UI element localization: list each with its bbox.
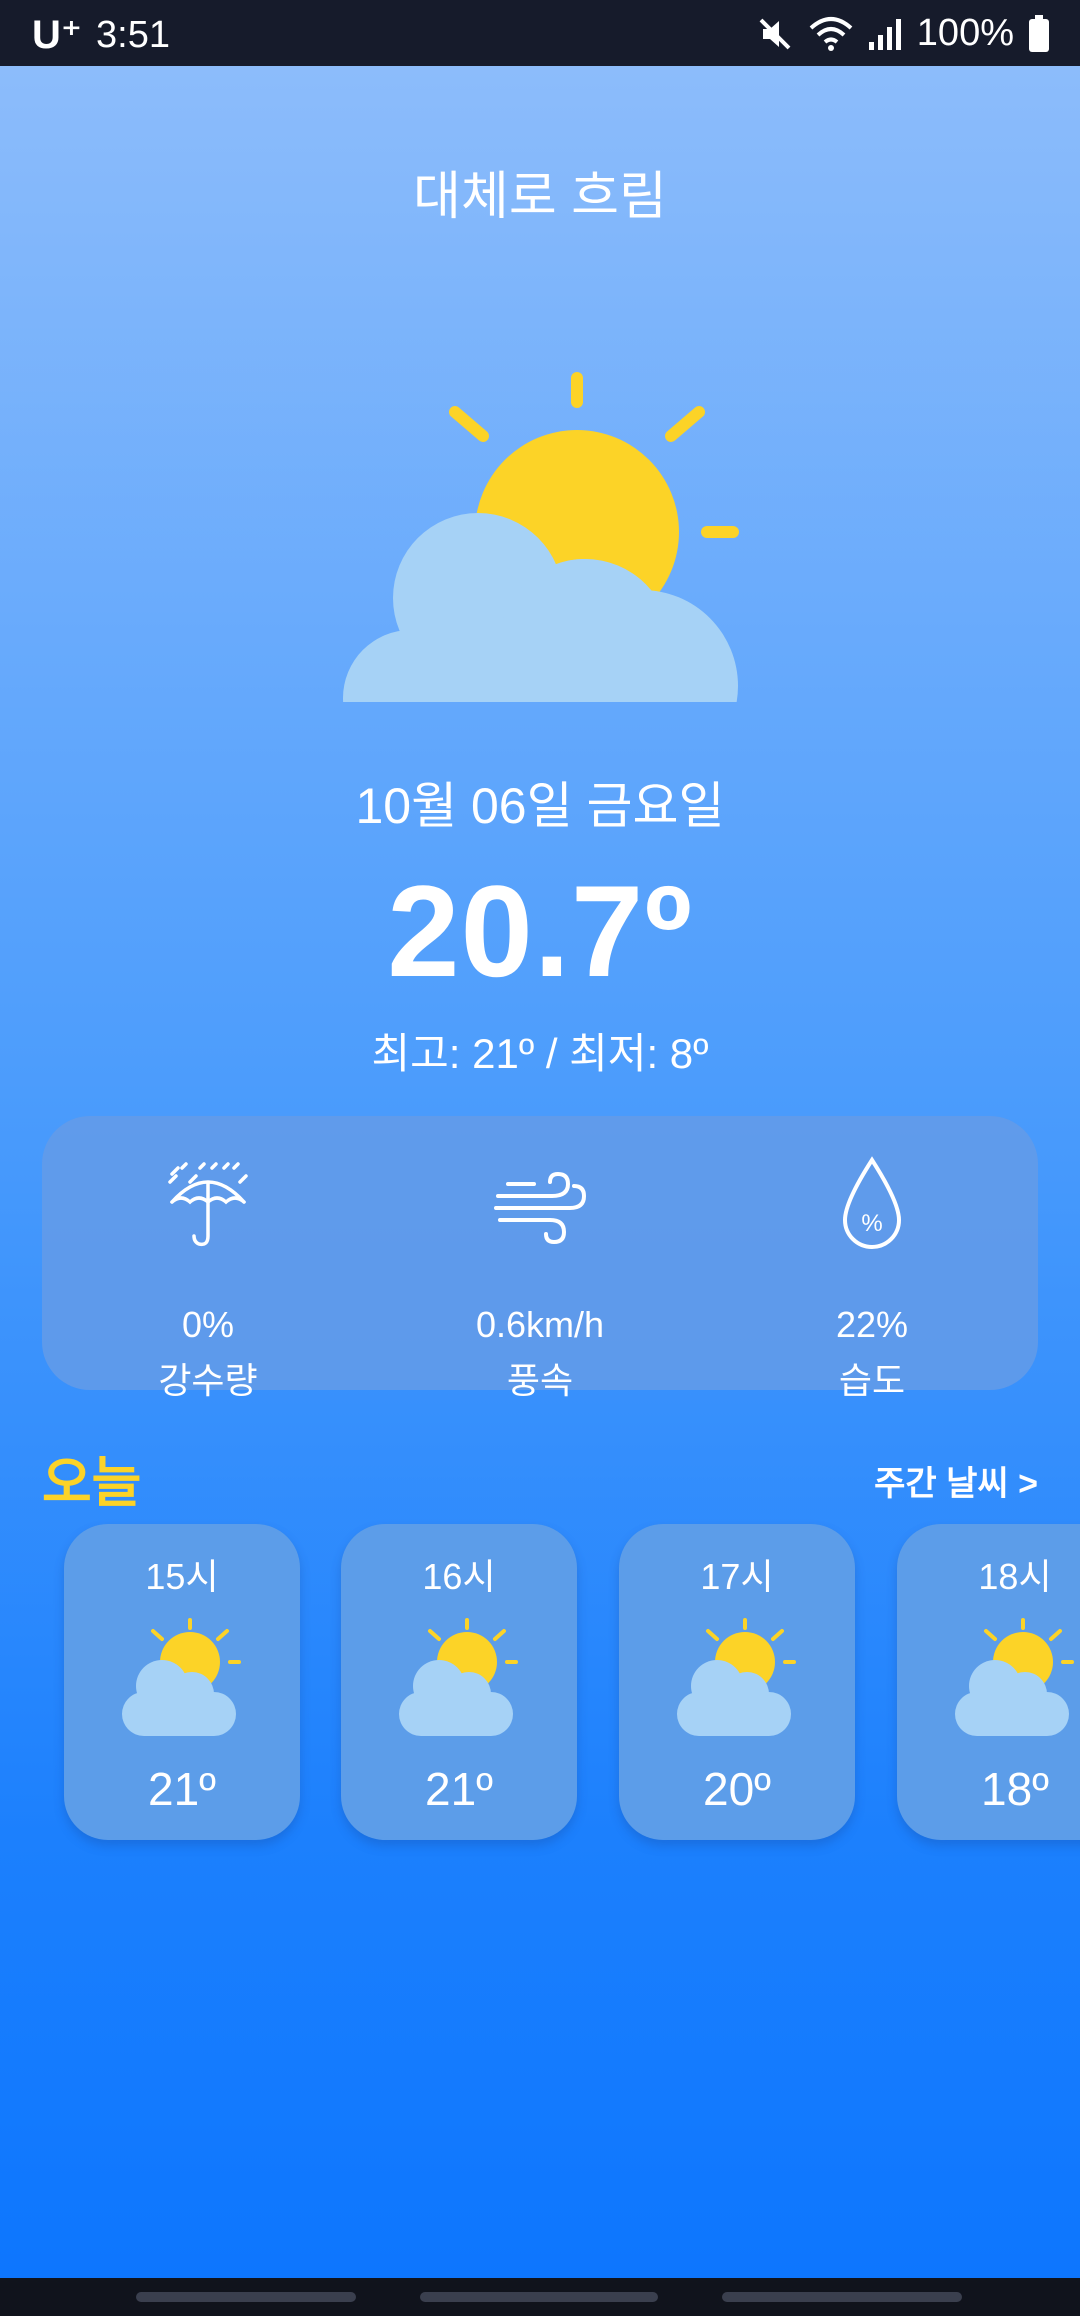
hourly-forecast-card[interactable]: 17시 20º [619, 1524, 855, 1840]
hour-label: 17시 [700, 1556, 774, 1597]
weather-screen: 대체로 흐림 10월 06일 금요일 20.7º 최고: 21º / 최저: 8… [0, 66, 1080, 2278]
back-button[interactable] [722, 2292, 962, 2302]
precipitation-value: 0% [181, 1304, 235, 1345]
wind-stat: 0.6km/h 풍속 [374, 1116, 706, 1401]
home-button[interactable] [420, 2292, 658, 2302]
humidity-value: 22% [835, 1304, 909, 1345]
humidity-drop-icon: % [837, 1156, 907, 1257]
current-date: 10월 06일 금요일 [355, 778, 725, 834]
hourly-forecast-card[interactable]: 15시 21º [64, 1524, 300, 1840]
precipitation-stat: 0% 강수량 [42, 1116, 374, 1401]
partly-cloudy-icon [675, 1614, 799, 1743]
precipitation-label: 강수량 [158, 1360, 258, 1401]
navigation-bar [0, 2278, 1080, 2316]
current-temperature: 20.7º [387, 858, 693, 1004]
wind-icon [490, 1156, 590, 1257]
wifi-icon [809, 14, 853, 54]
min-max-temperature: 최고: 21º / 최저: 8º [371, 1030, 709, 1077]
hour-temperature: 20º [703, 1763, 771, 1815]
partly-cloudy-icon [335, 302, 745, 782]
humidity-label: 습도 [838, 1360, 906, 1401]
hour-label: 15시 [145, 1556, 219, 1597]
partly-cloudy-icon [397, 1614, 521, 1743]
clock: 3:51 [96, 13, 170, 56]
battery-percent: 100% [916, 12, 1014, 54]
today-section-title: 오늘 [42, 1453, 142, 1513]
humidity-stat: % 22% 습도 [706, 1116, 1038, 1401]
hour-label: 16시 [422, 1556, 496, 1597]
hourly-forecast-card[interactable]: 16시 21º [341, 1524, 577, 1840]
signal-icon [867, 16, 903, 52]
hourly-forecast-card[interactable]: 18시 18º [897, 1524, 1080, 1840]
hour-temperature: 21º [148, 1763, 216, 1815]
hour-temperature: 21º [425, 1763, 493, 1815]
hour-temperature: 18º [981, 1763, 1049, 1815]
umbrella-rain-icon [160, 1156, 256, 1257]
hour-label: 18시 [978, 1556, 1052, 1597]
weather-condition: 대체로 흐림 [413, 168, 667, 226]
status-bar: U⁺ 3:51 100% [0, 0, 1080, 66]
wind-speed-label: 풍속 [506, 1360, 574, 1401]
mute-icon [755, 14, 795, 54]
carrier-label: U⁺ [32, 13, 82, 57]
weather-stats-card: 0% 강수량 0.6km/h 풍속 % 22% 습도 [42, 1116, 1038, 1401]
recent-apps-button[interactable] [136, 2292, 356, 2302]
partly-cloudy-icon [953, 1614, 1077, 1743]
battery-icon [1028, 14, 1050, 53]
partly-cloudy-icon [120, 1614, 244, 1743]
wind-speed-value: 0.6km/h [475, 1304, 605, 1345]
svg-text:%: % [861, 1210, 882, 1237]
weekly-weather-link[interactable]: 주간 날씨 > [874, 1456, 1038, 1505]
